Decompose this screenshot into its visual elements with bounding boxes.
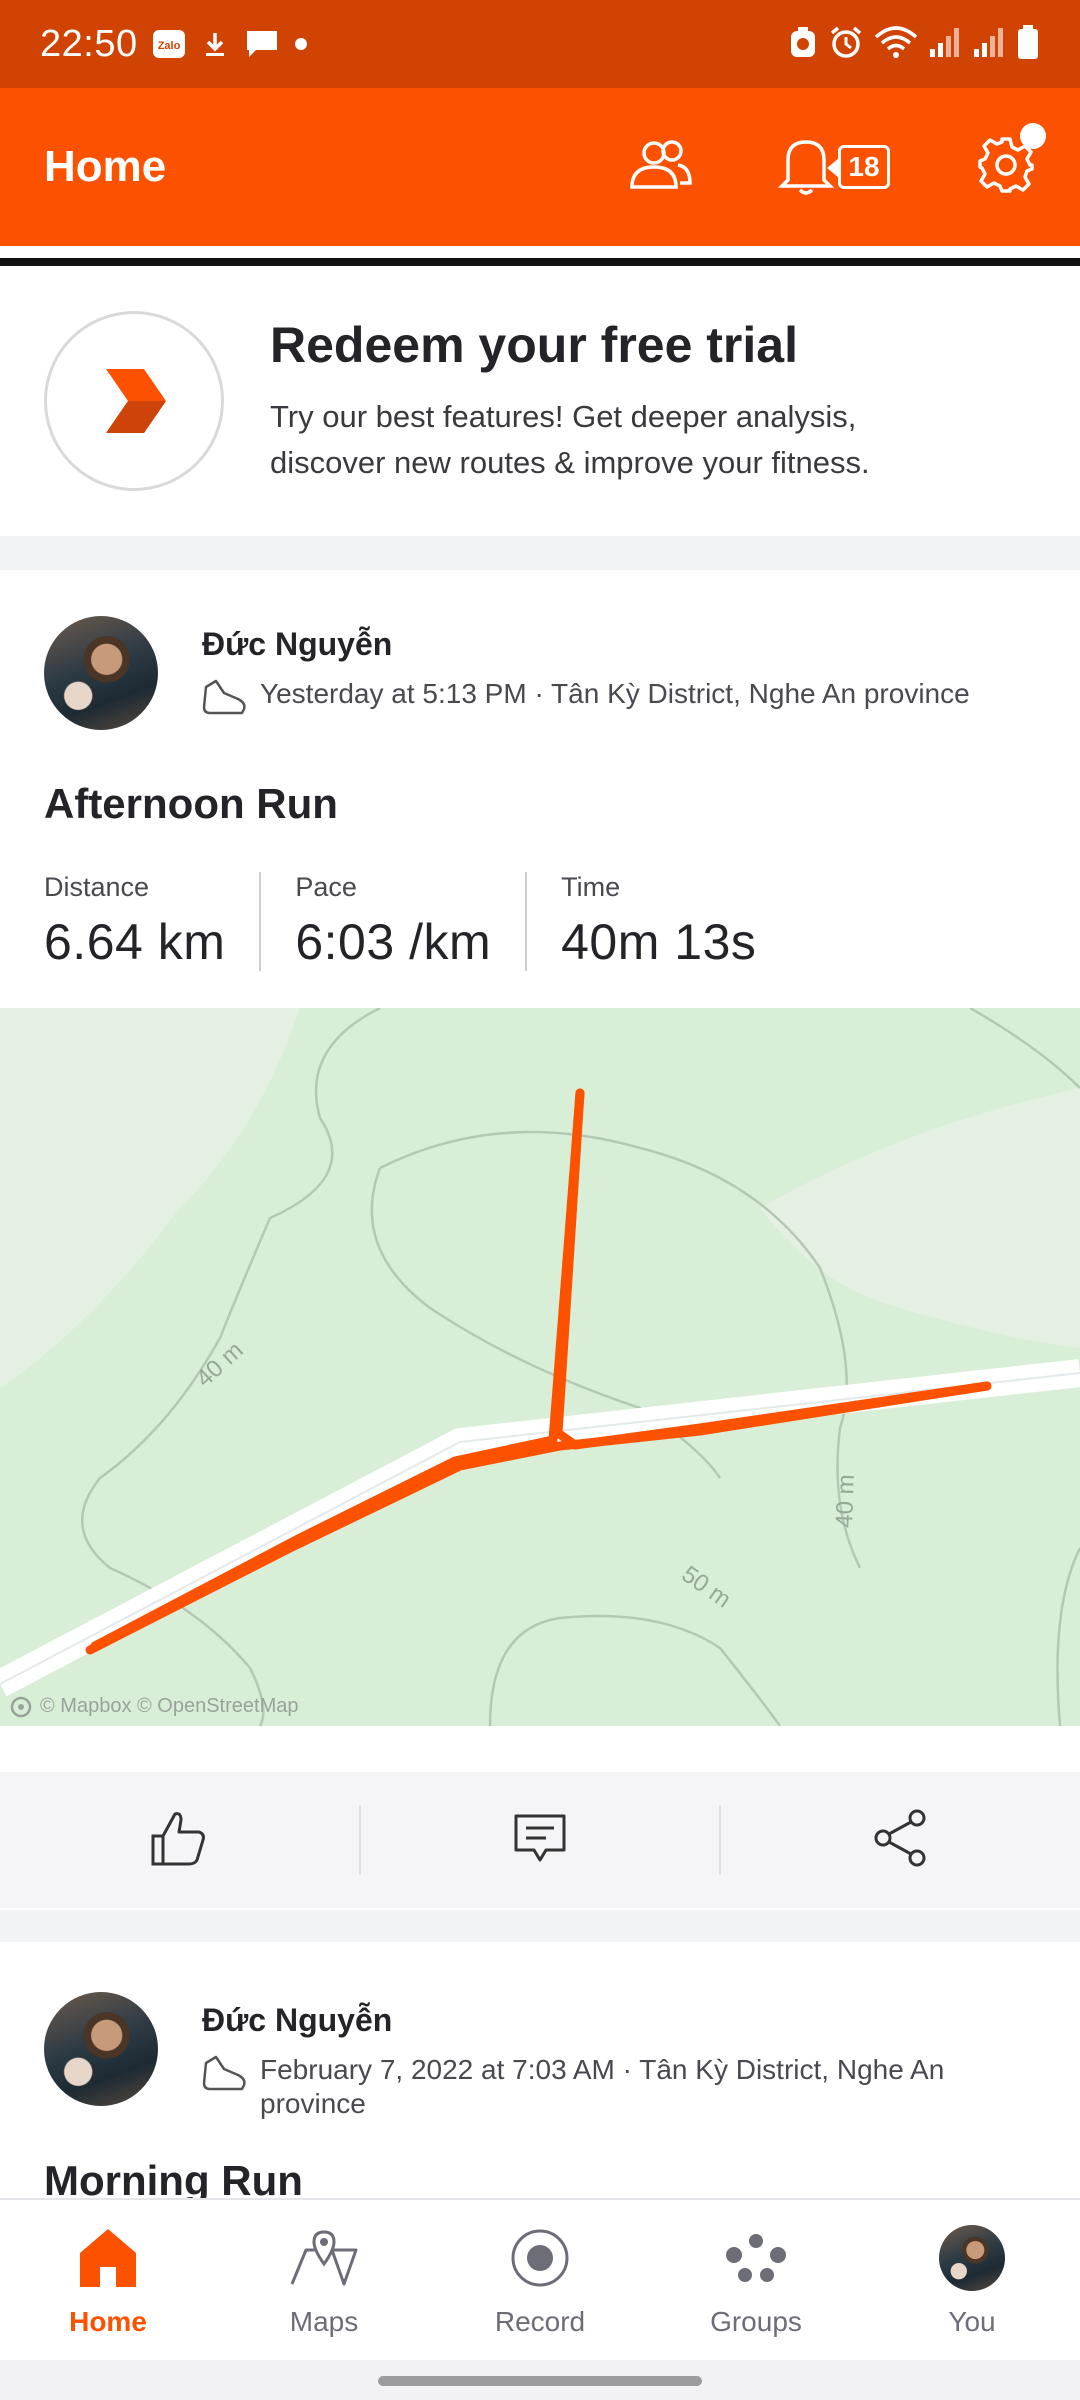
athlete-name[interactable]: Đức Nguyễn [202,626,980,663]
activity-stats: Distance 6.64 km Pace 6:03 /km Time 40m … [0,828,1080,971]
stat-value: 40m 13s [561,914,757,970]
shoe-icon [202,679,248,723]
comment-icon [512,1810,568,1871]
notifications-button[interactable]: 18 [777,134,890,201]
zalo-icon: Zalo [152,29,186,59]
bell-icon [777,134,835,201]
activity-card[interactable]: Đức Nguyễn February 7, 2022 at 7:03 AM ·… [0,1942,1080,2205]
free-trial-card[interactable]: Redeem your free trial Try our best feat… [0,266,1080,536]
people-icon [628,139,694,196]
wifi-icon [874,25,918,64]
comment-button[interactable] [361,1805,720,1875]
page-title: Home [44,142,167,191]
activity-actions [0,1772,1080,1908]
thumbs-up-icon [149,1808,209,1873]
activity-title[interactable]: Morning Run [0,2121,1080,2205]
nav-record[interactable]: Record [432,2200,648,2360]
signal-icon-2 [972,25,1006,64]
nav-label: Home [69,2306,147,2337]
stat-value: 6:03 /km [295,914,492,970]
activity-card[interactable]: Đức Nguyễn Yesterday at 5:13 PM · Tân Kỳ… [0,570,1080,1910]
athlete-avatar[interactable] [44,616,158,730]
gesture-area [0,2360,1080,2400]
stat-time: Time 40m 13s [525,872,790,971]
route-map[interactable]: 40 m 40 m 50 m © Mapbox © OpenStreetMap [0,1008,1080,1726]
mapbox-icon [10,1696,32,1718]
stat-label: Distance [44,872,150,902]
status-time: 22:50 [40,22,138,65]
stat-label: Time [561,872,621,902]
map-attribution[interactable]: © Mapbox © OpenStreetMap [10,1695,299,1718]
athlete-name[interactable]: Đức Nguyễn [202,2002,980,2039]
stat-value: 6.64 km [44,914,226,970]
download-icon [200,29,230,59]
battery-saver-icon [788,25,818,64]
activity-meta: Yesterday at 5:13 PM · Tân Kỳ District, … [260,678,970,709]
signal-icon [928,25,962,64]
strava-chevron-logo [44,311,224,491]
avatar [939,2225,1005,2291]
header-divider [0,246,1080,266]
groups-icon [723,2222,789,2294]
nav-you[interactable]: You [864,2200,1080,2360]
notification-count-badge: 18 [827,145,890,189]
message-icon [244,28,280,60]
find-friends-button[interactable] [628,139,694,196]
svg-text:Zalo: Zalo [157,40,180,52]
nav-groups[interactable]: Groups [648,2200,864,2360]
share-icon [871,1808,931,1873]
home-gesture-bar[interactable] [378,2376,702,2386]
shoe-icon [202,2055,248,2099]
nav-label: Groups [710,2306,802,2337]
activity-title[interactable]: Afternoon Run [0,730,1080,828]
app-header: Home 18 [0,88,1080,246]
settings-dot-indicator [1020,122,1046,149]
nav-label: Maps [289,2306,359,2337]
dot-icon [294,37,308,51]
trial-description: Try our best features! Get deeper analys… [270,399,870,480]
alarm-icon [828,24,864,65]
activity-meta: February 7, 2022 at 7:03 AM · Tân Kỳ Dis… [260,2054,945,2119]
status-bar: 22:50 Zalo [0,0,1080,88]
nav-label: You [948,2306,996,2337]
home-icon [76,2222,140,2294]
kudos-button[interactable] [0,1805,359,1875]
nav-maps[interactable]: Maps [216,2200,432,2360]
bottom-navigation: Home Maps Record Groups You [0,2198,1080,2360]
athlete-avatar[interactable] [44,1992,158,2106]
attribution-text: © Mapbox © OpenStreetMap [40,1695,299,1717]
strava-home-screen: 22:50 Zalo Home 18 Redeem your free tria… [0,0,1080,2400]
map-icon [288,2222,360,2294]
battery-icon [1016,24,1040,65]
contour-label: 40 m [831,1474,860,1528]
trial-title: Redeem your free trial [270,317,798,373]
record-icon [509,2222,571,2294]
stat-pace: Pace 6:03 /km [259,872,525,971]
stat-label: Pace [295,872,357,902]
stat-distance: Distance 6.64 km [44,872,259,971]
nav-label: Record [494,2306,586,2337]
nav-home[interactable]: Home [0,2200,216,2360]
settings-button[interactable] [976,122,1046,200]
share-button[interactable] [721,1805,1080,1875]
